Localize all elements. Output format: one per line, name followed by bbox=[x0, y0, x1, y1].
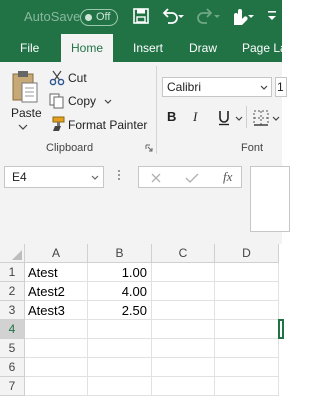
clipboard-group-label: Clipboard bbox=[46, 142, 94, 154]
tab-draw[interactable]: Draw bbox=[189, 41, 217, 55]
cell-a2[interactable]: Atest2 bbox=[25, 282, 88, 301]
borders-icon[interactable] bbox=[253, 110, 269, 126]
column-header-d[interactable]: D bbox=[215, 244, 279, 263]
cell-b1[interactable]: 1.00 bbox=[88, 263, 152, 282]
cell-d3[interactable] bbox=[215, 301, 279, 320]
select-all-corner[interactable] bbox=[0, 244, 25, 263]
column-header-b[interactable]: B bbox=[88, 244, 152, 263]
formula-bar: E4 fx bbox=[0, 158, 290, 244]
font-name-dropdown-icon[interactable] bbox=[260, 85, 268, 90]
insert-function-button[interactable]: fx bbox=[223, 169, 232, 185]
cut-icon[interactable] bbox=[49, 70, 65, 86]
cell-a5[interactable] bbox=[25, 339, 88, 358]
cell-d1[interactable] bbox=[215, 263, 279, 282]
touch-mode-icon[interactable] bbox=[228, 7, 254, 27]
cell-c5[interactable] bbox=[152, 339, 215, 358]
format-painter-icon[interactable] bbox=[49, 116, 65, 132]
cell-b7[interactable] bbox=[88, 377, 152, 396]
cell-b3[interactable]: 2.50 bbox=[88, 301, 152, 320]
toggle-knob bbox=[85, 14, 92, 21]
tab-home[interactable]: Home bbox=[61, 34, 113, 62]
row-header-1[interactable]: 1 bbox=[0, 263, 25, 282]
cell-b2[interactable]: 4.00 bbox=[88, 282, 152, 301]
formula-bar-grip[interactable] bbox=[118, 170, 121, 184]
redo-icon[interactable] bbox=[196, 7, 220, 25]
cell-c6[interactable] bbox=[152, 358, 215, 377]
autosave-toggle[interactable]: Off bbox=[80, 9, 118, 26]
name-box-value: E4 bbox=[12, 170, 27, 184]
name-box[interactable]: E4 bbox=[4, 166, 104, 188]
paste-icon[interactable] bbox=[11, 70, 39, 104]
formula-buttons: fx bbox=[138, 166, 242, 188]
select-all-icon bbox=[12, 250, 22, 260]
cell-b6[interactable] bbox=[88, 358, 152, 377]
tab-page-layout[interactable]: Page La bbox=[242, 41, 287, 55]
cell-a4[interactable] bbox=[25, 320, 88, 339]
font-name-box[interactable]: Calibri bbox=[162, 77, 272, 97]
row-header-7[interactable]: 7 bbox=[0, 377, 25, 396]
bold-button[interactable]: B bbox=[167, 109, 176, 124]
paste-button[interactable]: Paste bbox=[11, 106, 42, 120]
paste-dropdown-icon[interactable] bbox=[18, 124, 28, 130]
confirm-entry-icon[interactable] bbox=[185, 172, 199, 184]
borders-dropdown-icon[interactable] bbox=[272, 116, 280, 121]
cell-a6[interactable] bbox=[25, 358, 88, 377]
cell-d4[interactable] bbox=[215, 320, 279, 339]
row-header-5[interactable]: 5 bbox=[0, 339, 25, 358]
group-divider bbox=[156, 66, 157, 154]
ribbon-tabs: File Home Insert Draw Page La bbox=[0, 34, 287, 62]
cell-a7[interactable] bbox=[25, 377, 88, 396]
cell-b5[interactable] bbox=[88, 339, 152, 358]
font-size-box[interactable]: 1 bbox=[275, 77, 287, 97]
cell-d2[interactable] bbox=[215, 282, 279, 301]
save-icon[interactable] bbox=[132, 7, 150, 25]
font-divider bbox=[246, 106, 247, 128]
formula-input[interactable] bbox=[250, 166, 290, 232]
dialog-launcher-icon[interactable] bbox=[145, 144, 153, 152]
name-box-dropdown-icon[interactable] bbox=[91, 175, 99, 180]
row-header-4[interactable]: 4 bbox=[0, 320, 25, 339]
row-header-2[interactable]: 2 bbox=[0, 282, 25, 301]
copy-button[interactable]: Copy bbox=[68, 94, 96, 108]
cell-d7[interactable] bbox=[215, 377, 279, 396]
tab-file[interactable]: File bbox=[20, 41, 39, 55]
cell-c3[interactable] bbox=[152, 301, 215, 320]
customize-toolbar-icon[interactable] bbox=[266, 7, 278, 25]
underline-dropdown-icon[interactable] bbox=[235, 116, 243, 121]
copy-icon[interactable] bbox=[49, 93, 65, 109]
font-group-label: Font bbox=[241, 142, 264, 154]
font-name-value: Calibri bbox=[167, 80, 202, 94]
underline-icon[interactable] bbox=[218, 110, 230, 126]
copy-dropdown-icon[interactable] bbox=[104, 99, 112, 104]
active-cell-indicator bbox=[278, 319, 284, 339]
cut-button[interactable]: Cut bbox=[68, 71, 87, 85]
format-painter-button[interactable]: Format Painter bbox=[68, 118, 147, 132]
cancel-entry-icon[interactable] bbox=[150, 172, 162, 184]
cell-d5[interactable] bbox=[215, 339, 279, 358]
row-header-3[interactable]: 3 bbox=[0, 301, 25, 320]
ribbon: Paste Cut Copy Format Painter Clipboard … bbox=[0, 62, 287, 159]
row-header-6[interactable]: 6 bbox=[0, 358, 25, 377]
title-bar: AutoSave Off bbox=[0, 0, 282, 34]
tab-insert[interactable]: Insert bbox=[133, 41, 163, 55]
column-header-c[interactable]: C bbox=[152, 244, 215, 263]
cell-a3[interactable]: Atest3 bbox=[25, 301, 88, 320]
autosave-label: AutoSave bbox=[24, 9, 81, 24]
cell-c7[interactable] bbox=[152, 377, 215, 396]
cell-c4[interactable] bbox=[152, 320, 215, 339]
column-header-a[interactable]: A bbox=[25, 244, 88, 263]
cell-a1[interactable]: Atest bbox=[25, 263, 88, 282]
italic-button[interactable]: I bbox=[193, 109, 197, 125]
cell-c2[interactable] bbox=[152, 282, 215, 301]
worksheet-grid: A B C D 1 Atest 1.00 2 Atest2 4.00 3 Atest3 2.50 4 5 6 7 bbox=[0, 244, 284, 396]
cell-c1[interactable] bbox=[152, 263, 215, 282]
autosave-state: Off bbox=[96, 11, 111, 23]
undo-icon[interactable] bbox=[160, 7, 184, 25]
cell-b4[interactable] bbox=[88, 320, 152, 339]
font-size-value: 1 bbox=[277, 80, 284, 94]
cell-d6[interactable] bbox=[215, 358, 279, 377]
